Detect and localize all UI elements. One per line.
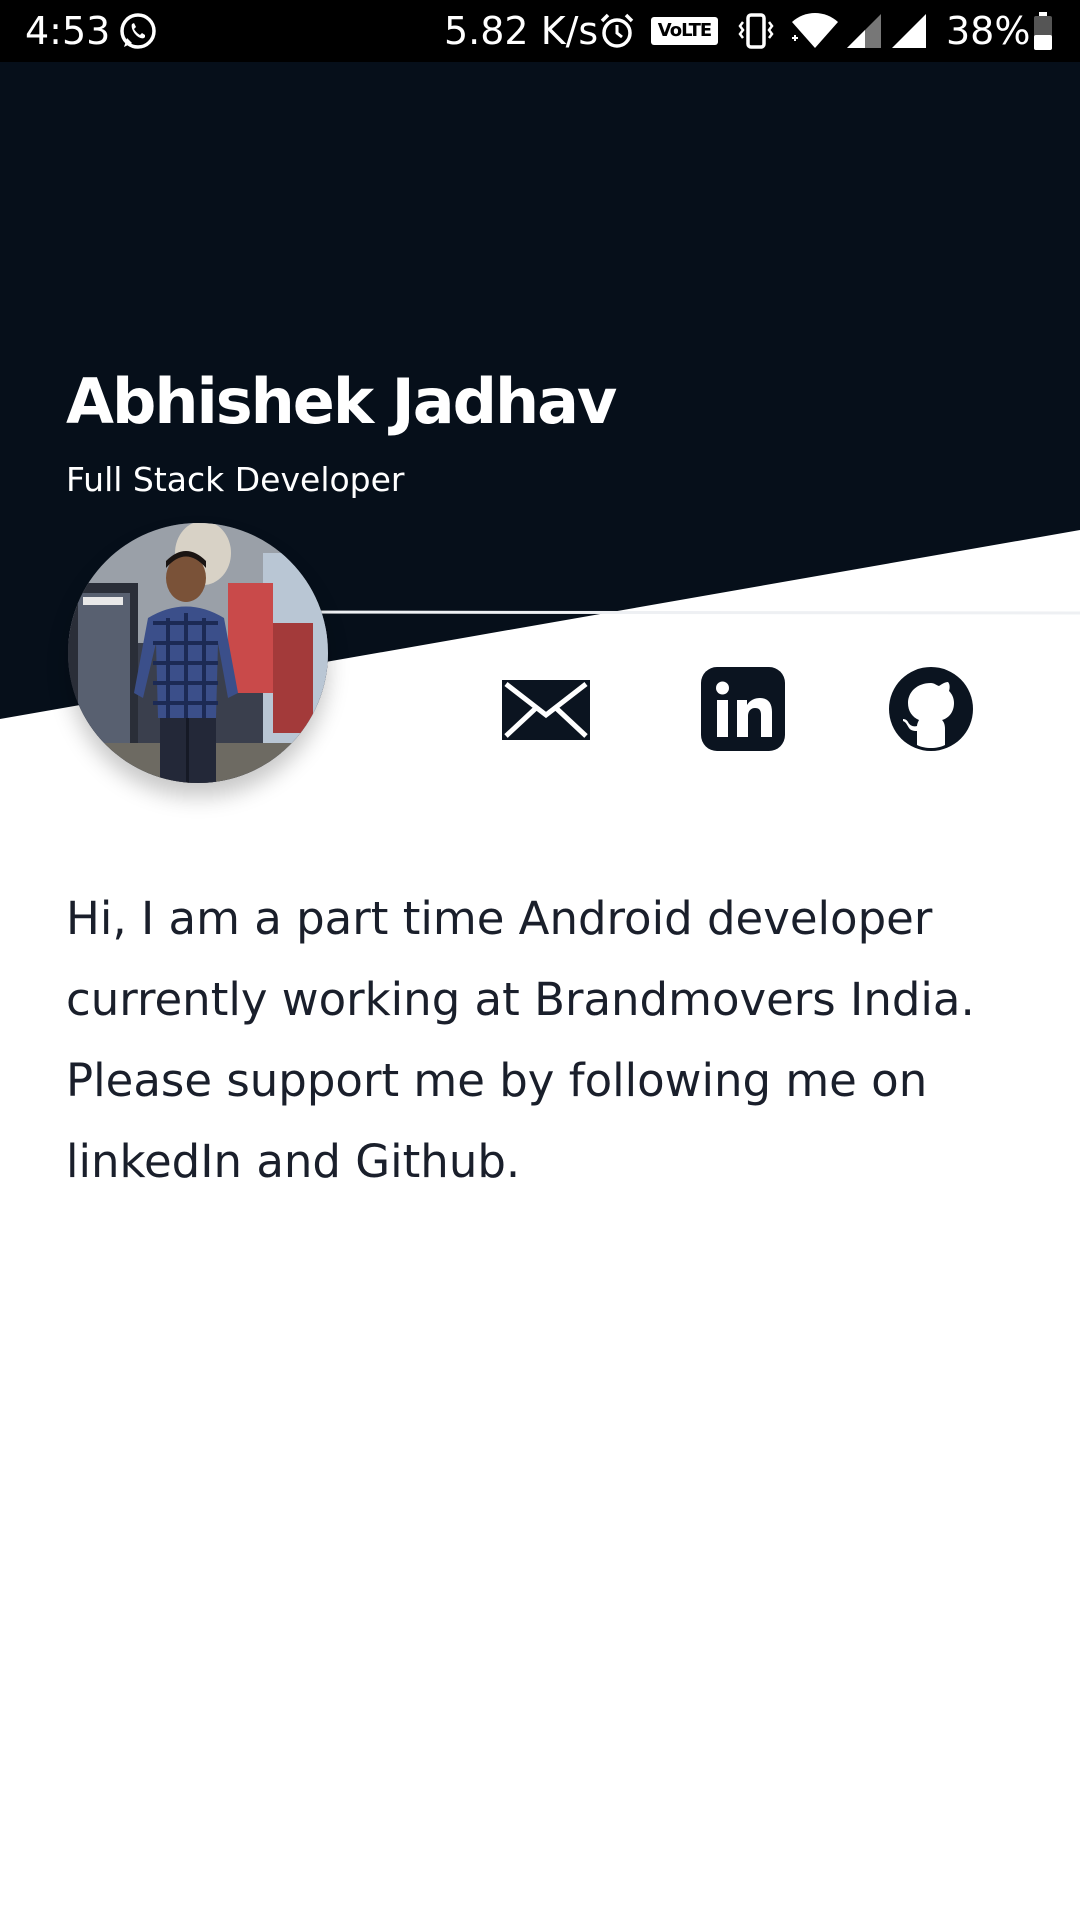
github-icon <box>889 667 973 751</box>
bio-text: Hi, I am a part time Android developer c… <box>66 892 975 1188</box>
profile-role: Full Stack Developer <box>66 460 405 499</box>
github-button[interactable] <box>885 663 977 755</box>
wifi-icon <box>790 12 840 59</box>
alarm-icon <box>598 12 636 59</box>
profile-screen: 4:53 5.82 K/s VoLTE 38% Abhishek Jadhav … <box>0 0 1080 1920</box>
linkedin-button[interactable] <box>695 663 787 755</box>
signal-icon <box>845 12 885 59</box>
mail-icon <box>502 680 590 740</box>
email-button[interactable] <box>500 663 592 755</box>
avatar-photo <box>68 523 328 783</box>
status-time: 4:53 <box>25 9 111 53</box>
volte-icon: VoLTE <box>651 17 718 45</box>
battery-percent: 38% <box>946 9 1031 53</box>
linkedin-icon <box>701 667 785 751</box>
signal-icon <box>890 12 930 59</box>
avatar[interactable] <box>68 523 328 783</box>
network-speed: 5.82 K/s <box>444 9 599 53</box>
profile-name: Abhishek Jadhav <box>66 365 617 438</box>
vibrate-icon <box>738 12 774 59</box>
battery-icon <box>1032 12 1054 61</box>
whatsapp-icon <box>118 11 158 60</box>
status-bar: 4:53 5.82 K/s VoLTE 38% <box>0 0 1080 62</box>
